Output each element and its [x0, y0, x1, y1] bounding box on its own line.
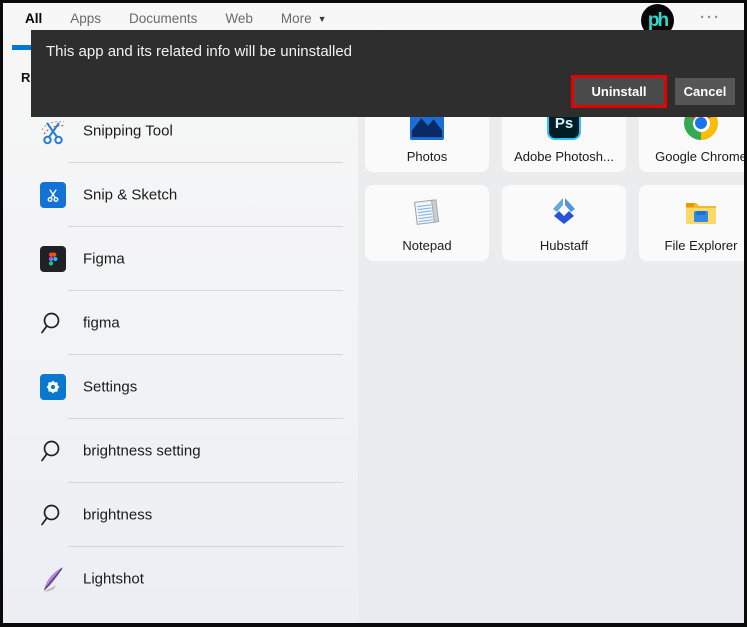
result-row-brightness-setting[interactable]: brightness setting [3, 419, 361, 483]
result-label: Snipping Tool [83, 122, 173, 140]
result-row-lightshot[interactable]: Lightshot [3, 547, 361, 611]
settings-gear-icon [40, 374, 66, 400]
search-results-list: Snipping Tool Snip & Sketch Figma figma Sett… [3, 99, 361, 611]
uninstall-button[interactable]: Uninstall [574, 78, 664, 105]
notepad-icon [414, 199, 440, 225]
result-label: brightness [83, 506, 153, 524]
result-icon-holder [38, 372, 68, 402]
result-label: Snip & Sketch [83, 186, 178, 204]
screenshot-frame: All Apps Documents Web More ▼ ph ··· R Photos… [0, 0, 747, 627]
result-row-brightness[interactable]: brightness [3, 483, 361, 547]
uninstall-highlight-box: Uninstall [571, 75, 667, 108]
result-row-settings[interactable]: Settings [3, 355, 361, 419]
snip-sketch-icon [40, 182, 66, 208]
result-label: Figma [83, 250, 125, 268]
result-icon-holder [38, 308, 68, 338]
tile-icon-holder [639, 192, 744, 232]
app-tile-notepad[interactable]: Notepad [365, 185, 489, 261]
windows-search-panel: All Apps Documents Web More ▼ ph ··· R Photos… [3, 3, 744, 623]
result-icon-holder [38, 116, 68, 146]
result-row-figma[interactable]: Figma [3, 227, 361, 291]
lightshot-feather-icon [43, 567, 63, 592]
tile-label: Hubstaff [539, 238, 589, 253]
tile-icon-holder [365, 192, 489, 232]
file-explorer-icon [686, 203, 716, 224]
app-tile-hubstaff[interactable]: Hubstaff [502, 185, 626, 261]
tile-label: Adobe Photosh... [514, 149, 614, 164]
result-icon-holder [38, 436, 68, 466]
result-icon-holder [38, 500, 68, 530]
figma-icon [40, 246, 66, 272]
tile-label: Notepad [402, 238, 452, 253]
snipping-tool-icon [41, 121, 66, 145]
tile-icon-holder [502, 192, 626, 232]
result-label: Lightshot [83, 570, 144, 588]
app-tile-file-explorer[interactable]: File Explorer [639, 185, 744, 261]
result-label: figma [83, 314, 120, 332]
result-icon-holder [38, 564, 68, 594]
cancel-button[interactable]: Cancel [675, 78, 735, 105]
hubstaff-icon [553, 198, 575, 224]
tile-label: Google Chrome [655, 149, 744, 164]
result-icon-holder [38, 244, 68, 274]
uninstall-confirmation-dialog: This app and its related info will be un… [31, 30, 744, 117]
result-label: brightness setting [83, 442, 201, 460]
dialog-message: This app and its related info will be un… [46, 43, 353, 60]
result-label: Settings [83, 378, 138, 396]
result-row-snip-sketch[interactable]: Snip & Sketch [3, 163, 361, 227]
search-icon [41, 312, 60, 334]
search-icon [41, 440, 60, 462]
result-row-figma[interactable]: figma [3, 291, 361, 355]
result-icon-holder [38, 180, 68, 210]
tile-label: File Explorer [664, 238, 738, 253]
search-icon [41, 504, 60, 526]
tile-label: Photos [406, 149, 448, 164]
